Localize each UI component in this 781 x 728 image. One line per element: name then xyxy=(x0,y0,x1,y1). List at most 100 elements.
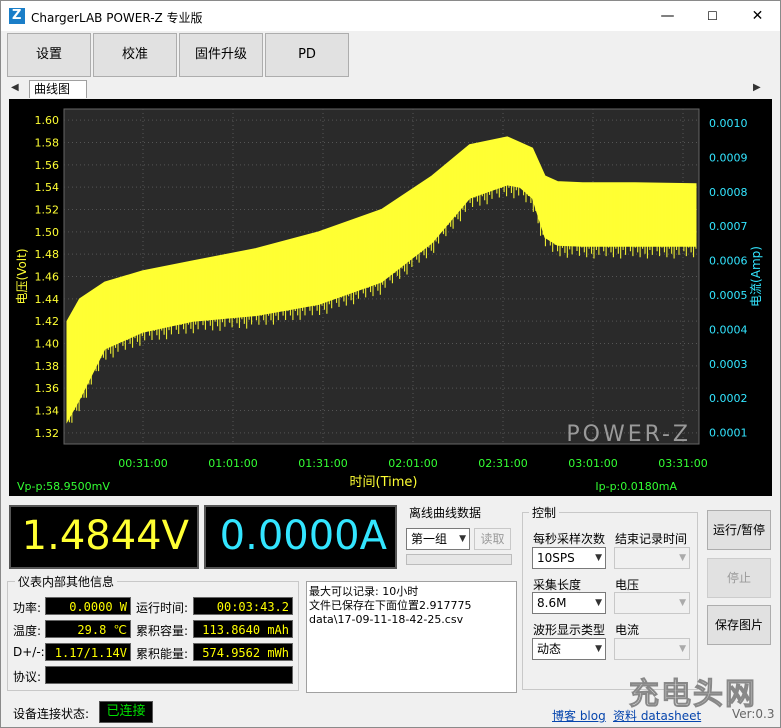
waveform-value: 动态 xyxy=(537,642,562,656)
x-tick-label: 01:01:00 xyxy=(208,457,257,470)
current-display: 0.0000A xyxy=(204,505,397,569)
y-right-tick-label: 0.0003 xyxy=(709,358,748,371)
minimize-button[interactable]: — xyxy=(645,1,690,31)
y-right-tick-label: 0.0007 xyxy=(709,220,748,233)
firmware-upgrade-button[interactable]: 固件升级 xyxy=(179,33,263,77)
chart-svg: 1.60 1.58 1.56 1.54 1.52 1.50 1.48 1.46 1.44 1.42… xyxy=(15,108,763,493)
settings-button[interactable]: 设置 xyxy=(7,33,91,77)
y-right-tick-label: 0.0004 xyxy=(709,323,748,336)
voltage-ctrl-label: 电压 xyxy=(615,578,640,592)
offline-group-value: 第一组 xyxy=(411,532,448,546)
capacity-label: 累积容量: xyxy=(136,624,189,638)
close-button[interactable]: ✕ xyxy=(735,1,780,31)
tab-curve[interactable]: 曲线图 xyxy=(29,80,87,98)
chevron-down-icon: ▼ xyxy=(595,553,602,563)
pd-button[interactable]: PD xyxy=(265,33,349,77)
chevron-down-icon: ▼ xyxy=(679,598,686,608)
dpdm-value: 1.17/1.14V xyxy=(45,643,131,661)
window-title: ChargerLAB POWER-Z 专业版 xyxy=(31,11,203,25)
y-left-tick-label: 1.52 xyxy=(35,204,60,217)
waveform-select[interactable]: 动态 ▼ xyxy=(532,638,606,660)
ipp-label: Ip-p:0.0180mA xyxy=(595,480,677,493)
voltage-display: 1.4844V xyxy=(9,505,199,569)
current-readout: 0.0000A xyxy=(219,513,387,559)
length-value: 8.6M xyxy=(537,596,567,610)
log-line: 最大可以记录: 10小时 xyxy=(309,585,419,598)
tab-strip: ◀ 曲线图 ▶ xyxy=(1,80,780,98)
capacity-value: 113.8640 mAh xyxy=(193,620,293,638)
protocol-value xyxy=(45,666,293,684)
control-group-label: 控制 xyxy=(529,504,560,521)
tab-scroll-right-icon[interactable]: ▶ xyxy=(753,82,761,93)
info-group-label: 仪表内部其他信息 xyxy=(15,573,118,590)
log-line: 文件已保存在下面位置2.917775 xyxy=(309,599,472,612)
temperature-label: 温度: xyxy=(13,624,42,638)
y-right-tick-label: 0.0005 xyxy=(709,289,748,302)
connection-status-label: 设备连接状态: xyxy=(13,707,90,721)
y-left-tick-label: 1.44 xyxy=(35,293,60,306)
end-time-label: 结束记录时间 xyxy=(615,532,688,546)
energy-label: 累积能量: xyxy=(136,647,189,661)
y-left-tick-label: 1.34 xyxy=(35,405,60,418)
y-left-tick-label: 1.42 xyxy=(35,315,60,328)
waveform-label: 波形显示类型 xyxy=(533,623,606,637)
offline-data-label: 离线曲线数据 xyxy=(409,506,482,520)
chevron-down-icon: ▼ xyxy=(459,534,466,544)
chevron-down-icon: ▼ xyxy=(595,644,602,654)
y-left-tick-label: 1.40 xyxy=(35,338,60,351)
y-left-tick-label: 1.54 xyxy=(35,181,60,194)
length-label: 采集长度 xyxy=(533,578,582,592)
y-right-tick-label: 0.0008 xyxy=(709,186,748,199)
voltage-readout: 1.4844V xyxy=(21,513,189,559)
curve-chart: 1.60 1.58 1.56 1.54 1.52 1.50 1.48 1.46 1.44 1.42… xyxy=(9,99,772,496)
power-label: 功率: xyxy=(13,601,42,615)
y-left-tick-label: 1.58 xyxy=(35,137,60,150)
read-button[interactable]: 读取 xyxy=(474,528,511,550)
log-line: data\17-09-11-18-42-25.csv xyxy=(309,613,464,626)
temperature-value: 29.8 ℃ xyxy=(45,620,131,638)
voltage-ctrl-select[interactable]: ▼ xyxy=(614,592,690,614)
offline-group-select[interactable]: 第一组 ▼ xyxy=(406,528,470,550)
x-tick-label: 03:01:00 xyxy=(568,457,617,470)
current-ctrl-label: 电流 xyxy=(615,623,640,637)
sample-rate-label: 每秒采样次数 xyxy=(533,532,606,546)
read-progress-bar xyxy=(406,554,512,565)
app-window: Z ChargerLAB POWER-Z 专业版 — ☐ ✕ 设置 校准 固件升… xyxy=(0,0,781,728)
save-image-button[interactable]: 保存图片 xyxy=(707,605,771,645)
x-axis-label: 时间(Time) xyxy=(350,475,418,490)
tab-scroll-left-icon[interactable]: ◀ xyxy=(11,82,19,93)
current-ctrl-select[interactable]: ▼ xyxy=(614,638,690,660)
calibrate-button[interactable]: 校准 xyxy=(93,33,177,77)
stop-button[interactable]: 停止 xyxy=(707,558,771,598)
log-textbox[interactable]: 最大可以记录: 10小时 文件已保存在下面位置2.917775 data\17-… xyxy=(306,581,517,693)
app-logo-icon: Z xyxy=(9,8,25,24)
x-tick-label: 00:31:00 xyxy=(118,457,167,470)
y-left-tick-label: 1.32 xyxy=(35,427,60,440)
x-tick-label: 01:31:00 xyxy=(298,457,347,470)
x-tick-label: 02:31:00 xyxy=(478,457,527,470)
chevron-down-icon: ▼ xyxy=(679,644,686,654)
maximize-button[interactable]: ☐ xyxy=(690,1,735,31)
energy-value: 574.9562 mWh xyxy=(193,643,293,661)
end-time-select[interactable]: ▼ xyxy=(614,547,690,569)
x-tick-label: 02:01:00 xyxy=(388,457,437,470)
title-bar: Z ChargerLAB POWER-Z 专业版 — ☐ ✕ xyxy=(1,1,780,31)
connection-status-badge: 已连接 xyxy=(99,701,153,723)
run-pause-button[interactable]: 运行/暂停 xyxy=(707,510,771,550)
y-right-tick-label: 0.0001 xyxy=(709,427,748,440)
y-left-tick-label: 1.48 xyxy=(35,248,60,261)
brand-watermark: 充电头网 xyxy=(629,677,757,713)
y-right-tick-label: 0.0010 xyxy=(709,117,748,130)
y-left-tick-label: 1.56 xyxy=(35,159,60,172)
vpp-label: Vp-p:58.9500mV xyxy=(17,480,110,493)
sample-rate-select[interactable]: 10SPS ▼ xyxy=(532,547,606,569)
y-left-tick-label: 1.50 xyxy=(35,226,60,239)
power-value: 0.0000 W xyxy=(45,597,131,615)
blog-link[interactable]: 博客 blog xyxy=(552,707,606,724)
runtime-label: 运行时间: xyxy=(136,601,189,615)
runtime-value: 00:03:43.2 xyxy=(193,597,293,615)
y-left-tick-label: 1.38 xyxy=(35,360,60,373)
x-tick-label: 03:31:00 xyxy=(658,457,707,470)
protocol-label: 协议: xyxy=(13,670,42,684)
length-select[interactable]: 8.6M ▼ xyxy=(532,592,606,614)
